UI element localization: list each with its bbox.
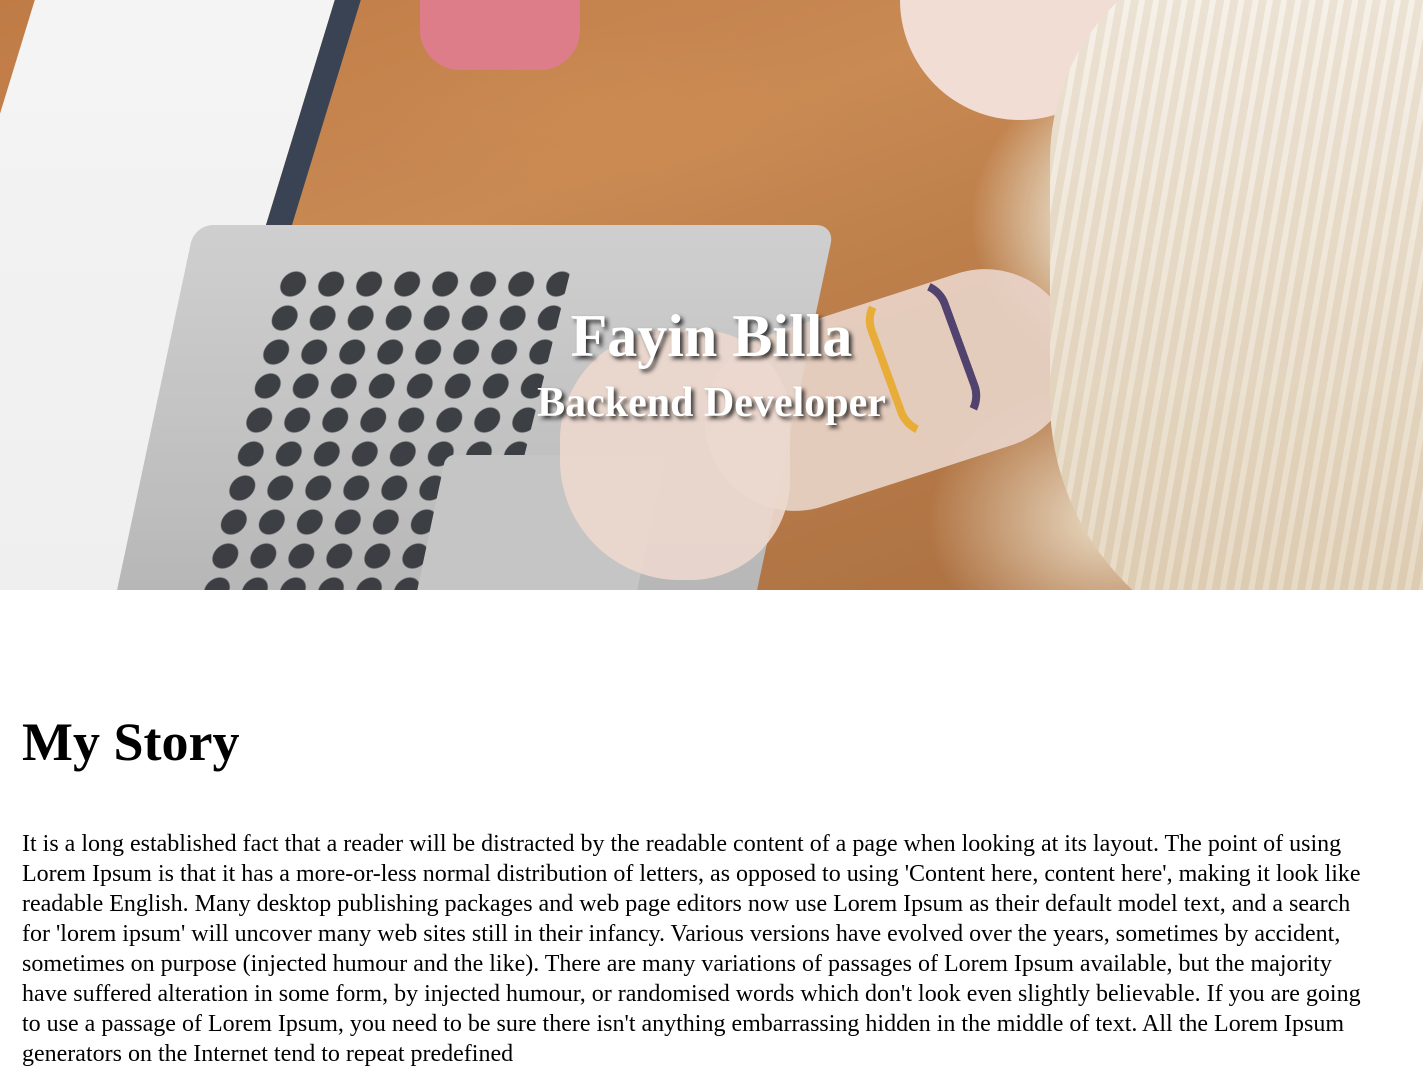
hero-role: Backend Developer xyxy=(537,380,886,426)
story-section: My Story It is a long established fact t… xyxy=(22,705,1362,1069)
hero-name: Fayin Billa xyxy=(570,303,853,369)
hero-banner: Fayin Billa Backend Developer xyxy=(0,0,1423,590)
hero-text: Fayin Billa Backend Developer xyxy=(0,300,1423,428)
hero-overlay xyxy=(0,0,1423,590)
story-body: It is a long established fact that a rea… xyxy=(22,831,1361,1067)
story-heading: My Story xyxy=(22,712,240,772)
